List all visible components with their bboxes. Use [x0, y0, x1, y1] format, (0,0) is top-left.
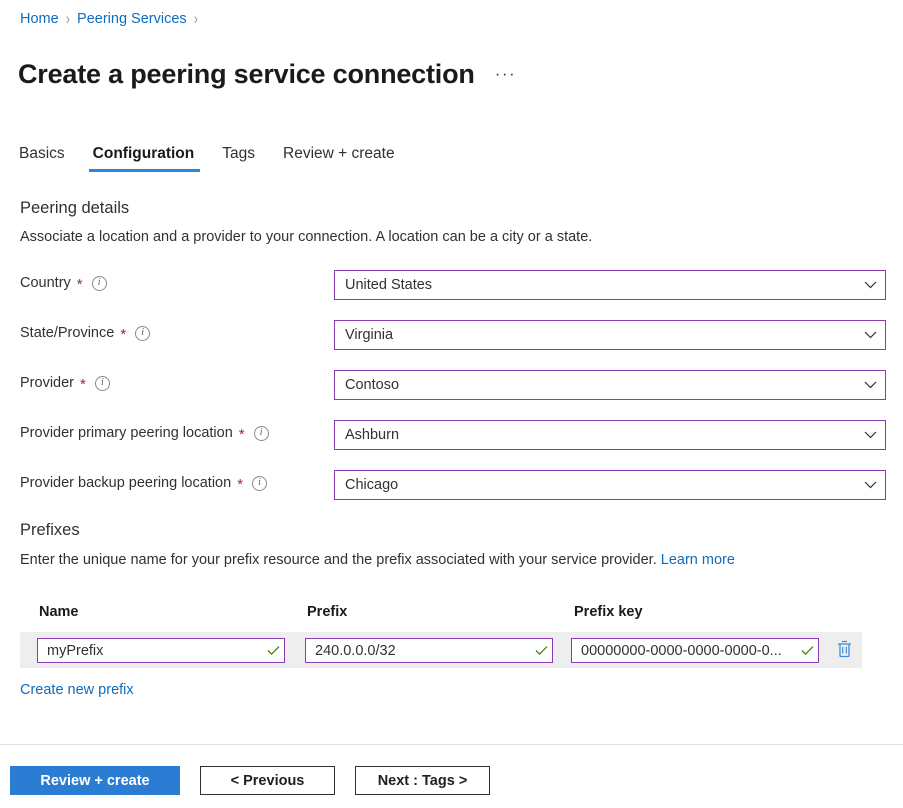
- field-state-province: State/Province * i Virginia: [20, 320, 886, 350]
- title-row: Create a peering service connection ···: [18, 41, 519, 108]
- field-label-state-province: State/Province * i: [20, 325, 151, 343]
- peering-details-heading: Peering details: [20, 199, 130, 217]
- wizard-footer: Review + create < Previous Next : Tags >: [10, 766, 490, 795]
- breadcrumb: Home › Peering Services ›: [20, 9, 198, 29]
- required-indicator: *: [237, 475, 244, 493]
- more-actions-icon[interactable]: ···: [492, 62, 519, 86]
- tab-review-create[interactable]: Review + create: [269, 145, 409, 172]
- learn-more-link[interactable]: Learn more: [661, 552, 735, 568]
- create-peering-service-connection-page: Home › Peering Services › Create a peeri…: [0, 0, 903, 808]
- info-icon[interactable]: i: [252, 475, 268, 491]
- label-text: Provider: [20, 375, 74, 391]
- info-icon[interactable]: i: [94, 375, 110, 391]
- required-indicator: *: [80, 375, 86, 393]
- provider-backup-peering-location-value: Chicago: [345, 477, 399, 493]
- chevron-down-icon: [855, 421, 885, 449]
- field-label-provider-backup-peering-location: Provider backup peering location * i: [20, 475, 268, 493]
- prefixes-description-text: Enter the unique name for your prefix re…: [20, 552, 657, 568]
- field-label-provider: Provider * i: [20, 375, 110, 393]
- field-provider-primary-peering-location: Provider primary peering location * i As…: [20, 420, 886, 450]
- prefixes-heading: Prefixes: [20, 521, 80, 539]
- field-label-provider-primary-peering-location: Provider primary peering location * i: [20, 425, 269, 443]
- required-indicator: *: [238, 425, 245, 443]
- label-text: Country: [20, 275, 71, 291]
- label-text: Provider primary peering location: [20, 425, 233, 441]
- create-new-prefix-link[interactable]: Create new prefix: [20, 682, 134, 698]
- valid-check-icon: [796, 645, 818, 656]
- state-province-dropdown[interactable]: Virginia: [334, 320, 886, 350]
- footer-divider: [0, 744, 903, 745]
- field-country: Country * i United States: [20, 270, 886, 300]
- page-title: Create a peering service connection: [18, 59, 475, 90]
- required-indicator: *: [76, 275, 83, 293]
- next-button[interactable]: Next : Tags >: [355, 766, 490, 795]
- tab-tags[interactable]: Tags: [208, 145, 269, 172]
- chevron-down-icon: [855, 271, 885, 299]
- country-value: United States: [345, 277, 433, 293]
- provider-primary-peering-location-value: Ashburn: [345, 427, 400, 443]
- field-provider-backup-peering-location: Provider backup peering location * i Chi…: [20, 470, 886, 500]
- field-label-country: Country * i: [20, 275, 107, 293]
- wizard-tabs: Basics Configuration Tags Review + creat…: [19, 145, 409, 172]
- label-text: Provider backup peering location: [20, 475, 232, 491]
- peering-details-description: Associate a location and a provider to y…: [20, 229, 593, 245]
- breadcrumb-separator-icon: ›: [193, 9, 198, 28]
- valid-check-icon: [530, 645, 552, 656]
- provider-primary-peering-location-dropdown[interactable]: Ashburn: [334, 420, 886, 450]
- tab-label: Configuration: [92, 145, 195, 162]
- prefix-key-input[interactable]: [572, 639, 796, 662]
- provider-backup-peering-location-dropdown[interactable]: Chicago: [334, 470, 886, 500]
- column-header-prefix: Prefix: [307, 604, 348, 620]
- trash-icon: [836, 640, 853, 663]
- chevron-down-icon: [855, 471, 885, 499]
- review-create-button[interactable]: Review + create: [10, 766, 180, 795]
- prefixes-description: Enter the unique name for your prefix re…: [20, 552, 735, 568]
- info-icon[interactable]: i: [253, 425, 269, 441]
- table-row: [20, 632, 862, 668]
- tab-label: Tags: [222, 145, 255, 162]
- column-header-prefix-key: Prefix key: [574, 604, 643, 620]
- delete-prefix-button[interactable]: [833, 640, 855, 662]
- provider-value: Contoso: [345, 377, 400, 393]
- prefix-name-input[interactable]: [38, 639, 262, 662]
- prefix-value-input-wrapper: [305, 638, 553, 663]
- column-header-name: Name: [39, 604, 79, 620]
- info-icon[interactable]: i: [91, 275, 107, 291]
- tab-basics[interactable]: Basics: [19, 145, 79, 172]
- breadcrumb-separator-icon: ›: [65, 9, 71, 28]
- country-dropdown[interactable]: United States: [334, 270, 886, 300]
- provider-dropdown[interactable]: Contoso: [334, 370, 886, 400]
- chevron-down-icon: [855, 321, 885, 349]
- valid-check-icon: [262, 645, 284, 656]
- tab-configuration[interactable]: Configuration: [79, 145, 209, 172]
- prefix-value-input[interactable]: [306, 639, 530, 662]
- breadcrumb-item-home[interactable]: Home: [20, 9, 59, 29]
- prefix-name-input-wrapper: [37, 638, 285, 663]
- previous-button[interactable]: < Previous: [200, 766, 335, 795]
- chevron-down-icon: [855, 371, 885, 399]
- state-province-value: Virginia: [345, 327, 394, 343]
- required-indicator: *: [120, 325, 127, 343]
- field-provider: Provider * i Contoso: [20, 370, 886, 400]
- tab-label: Review + create: [283, 145, 395, 162]
- tab-label: Basics: [19, 145, 65, 162]
- label-text: State/Province: [20, 325, 115, 341]
- prefix-key-input-wrapper: [571, 638, 819, 663]
- breadcrumb-item-peering-services[interactable]: Peering Services: [77, 9, 187, 29]
- info-icon[interactable]: i: [135, 325, 151, 341]
